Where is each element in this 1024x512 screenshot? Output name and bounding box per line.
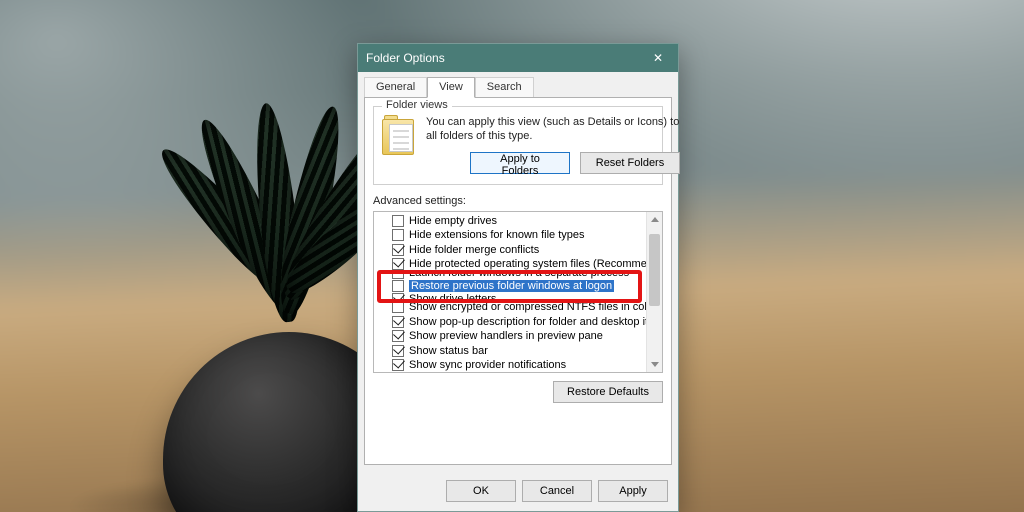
checkbox[interactable]: [392, 345, 404, 357]
advanced-item-label: Show sync provider notifications: [409, 359, 566, 371]
scroll-thumb[interactable]: [649, 234, 660, 306]
advanced-item-label: Show drive letters: [409, 293, 496, 300]
dialog-footer: OK Cancel Apply: [358, 471, 678, 511]
advanced-item-label: Hide folder merge conflicts: [409, 244, 539, 256]
advanced-item-label: Hide extensions for known file types: [409, 229, 584, 241]
advanced-item[interactable]: Hide empty drives: [392, 214, 658, 229]
advanced-item-label: Show encrypted or compressed NTFS files …: [409, 301, 657, 313]
folder-icon: [382, 115, 416, 155]
checkbox[interactable]: [392, 330, 404, 342]
folder-views-legend: Folder views: [382, 99, 452, 111]
advanced-item[interactable]: Show encrypted or compressed NTFS files …: [392, 300, 658, 315]
folder-views-group: Folder views You can apply this view (su…: [373, 106, 663, 185]
advanced-item-label: Restore previous folder windows at logon: [409, 280, 614, 292]
advanced-item[interactable]: Hide protected operating system files (R…: [392, 257, 658, 272]
checkbox[interactable]: [392, 229, 404, 241]
titlebar[interactable]: Folder Options ✕: [358, 44, 678, 72]
advanced-item[interactable]: Show status bar: [392, 344, 658, 359]
advanced-settings-label: Advanced settings:: [373, 195, 663, 207]
advanced-item-label: Hide empty drives: [409, 215, 497, 227]
scrollbar[interactable]: [646, 212, 662, 372]
advanced-item[interactable]: Show drive letters: [392, 293, 658, 300]
checkbox[interactable]: [392, 293, 404, 300]
checkbox[interactable]: [392, 280, 404, 292]
apply-button[interactable]: Apply: [598, 480, 668, 502]
advanced-item-label: Hide protected operating system files (R…: [409, 258, 663, 270]
advanced-item[interactable]: Hide extensions for known file types: [392, 228, 658, 243]
advanced-settings-list[interactable]: Hide empty drives Hide extensions for kno…: [373, 211, 663, 373]
checkbox[interactable]: [392, 301, 404, 313]
advanced-item[interactable]: Show sync provider notifications: [392, 358, 658, 373]
tab-panel-view: Folder views You can apply this view (su…: [364, 97, 672, 465]
advanced-item-label: Show preview handlers in preview pane: [409, 330, 603, 342]
folder-options-dialog: Folder Options ✕ General View Search Fol…: [357, 43, 679, 512]
checkbox[interactable]: [392, 316, 404, 328]
window-title: Folder Options: [366, 51, 638, 65]
apply-to-folders-button[interactable]: Apply to Folders: [470, 152, 570, 174]
checkbox[interactable]: [392, 359, 404, 371]
advanced-item-label: Show status bar: [409, 345, 488, 357]
advanced-item-label: Launch folder windows in a separate proc…: [409, 272, 629, 279]
checkbox[interactable]: [392, 272, 404, 279]
checkbox[interactable]: [392, 244, 404, 256]
advanced-item-label: Show pop-up description for folder and d…: [409, 316, 663, 328]
advanced-item[interactable]: Hide folder merge conflicts: [392, 243, 658, 258]
ok-button[interactable]: OK: [446, 480, 516, 502]
advanced-item[interactable]: Restore previous folder windows at logon: [392, 279, 658, 294]
advanced-item[interactable]: Show pop-up description for folder and d…: [392, 315, 658, 330]
tab-view[interactable]: View: [427, 77, 475, 98]
checkbox[interactable]: [392, 258, 404, 270]
advanced-item[interactable]: Show preview handlers in preview pane: [392, 329, 658, 344]
restore-defaults-button[interactable]: Restore Defaults: [553, 381, 663, 403]
reset-folders-button[interactable]: Reset Folders: [580, 152, 680, 174]
advanced-item[interactable]: Launch folder windows in a separate proc…: [392, 272, 658, 279]
tabstrip: General View Search: [358, 72, 678, 97]
checkbox[interactable]: [392, 215, 404, 227]
cancel-button[interactable]: Cancel: [522, 480, 592, 502]
close-icon[interactable]: ✕: [638, 44, 678, 72]
folder-views-text: You can apply this view (such as Details…: [426, 115, 680, 174]
tab-search[interactable]: Search: [475, 77, 534, 98]
tab-general[interactable]: General: [364, 77, 427, 98]
